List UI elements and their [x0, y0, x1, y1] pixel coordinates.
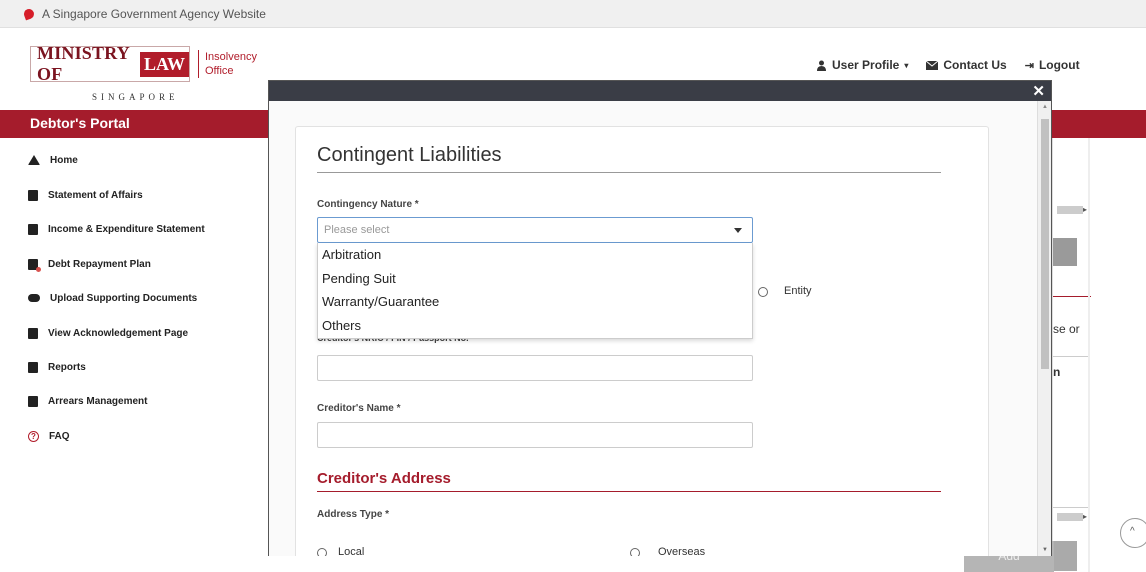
contact-us-link[interactable]: Contact Us [926, 58, 1007, 72]
clipboard-icon [28, 395, 38, 407]
portal-title: Debtor's Portal [30, 115, 130, 131]
sidebar-item-label: Upload Supporting Documents [50, 292, 198, 304]
sidebar-item-label: Arrears Management [48, 395, 148, 407]
logo-wordmark: MINISTRY OF LAW [30, 43, 190, 84]
top-nav: User Profile ▾ Contact Us ⇥ Logout [816, 58, 1080, 72]
ministry-logo[interactable]: MINISTRY OF LAW SINGAPORE Insolvency Off… [30, 43, 260, 108]
creditor-address-heading: Creditor's Address [317, 470, 451, 487]
modal-titlebar: ✕ [269, 81, 1051, 101]
sidebar-item-label: Reports [48, 361, 86, 373]
creditor-name-label: Creditor's Name * [317, 403, 401, 414]
cloud-upload-icon [28, 294, 40, 302]
scroll-to-top-button[interactable]: ^ [1120, 518, 1146, 548]
user-profile-label: User Profile [832, 58, 900, 72]
file-icon [28, 189, 38, 201]
option-warranty-guarantee[interactable]: Warranty/Guarantee [322, 291, 750, 313]
logo-law-text: LAW [139, 51, 189, 77]
logo-office-line1: Insolvency [205, 51, 257, 63]
user-icon [817, 60, 826, 71]
address-overseas-radio[interactable] [630, 548, 640, 556]
scroll-up-icon[interactable]: ▲ [1042, 104, 1048, 110]
calculator-icon [28, 223, 38, 235]
chevron-right-icon: ▸ [1083, 205, 1088, 214]
sidebar-item-home[interactable]: Home [28, 150, 78, 170]
background-text: se or [1053, 322, 1080, 336]
creditor-id-field[interactable] [317, 355, 753, 381]
sidebar-item-reports[interactable]: Reports [28, 357, 86, 377]
modal-body: Contingent Liabilities Contingency Natur… [269, 101, 1037, 556]
sidebar: Home Statement of Affairs Income & Expen… [0, 138, 270, 572]
sidebar-item-faq[interactable]: ? FAQ [28, 426, 70, 446]
sign-out-icon: ⇥ [1024, 59, 1034, 72]
option-arbitration[interactable]: Arbitration [322, 244, 750, 266]
sidebar-item-label: View Acknowledgement Page [48, 327, 189, 339]
scroll-down-icon[interactable]: ▼ [1042, 547, 1048, 553]
address-type-label: Address Type * [317, 509, 390, 520]
background-divider [1053, 296, 1091, 297]
gov-banner: A Singapore Government Agency Website [0, 0, 1146, 28]
sidebar-item-statement-of-affairs[interactable]: Statement of Affairs [28, 185, 143, 205]
logo-country-text: SINGAPORE [92, 92, 179, 102]
logo-ministry-text: MINISTRY OF [37, 43, 130, 84]
contingency-nature-dropdown: Arbitration Pending Suit Warranty/Guaran… [317, 243, 753, 339]
option-pending-suit[interactable]: Pending Suit [322, 268, 750, 290]
sidebar-item-label: Statement of Affairs [48, 189, 143, 201]
modal-scrollbar[interactable]: ▲ ▼ [1037, 101, 1051, 556]
page-gutter [1088, 138, 1090, 572]
entity-radio-label: Entity [784, 285, 812, 297]
contingency-placeholder: Please select [324, 224, 390, 236]
lion-head-icon [22, 7, 36, 20]
document-icon [28, 327, 38, 339]
background-scrollbar [1057, 206, 1083, 214]
address-local-label: Local [338, 546, 365, 556]
entity-radio[interactable] [758, 287, 768, 297]
gov-banner-text: A Singapore Government Agency Website [42, 6, 266, 21]
envelope-icon [926, 60, 939, 70]
sidebar-item-label: Debt Repayment Plan [48, 258, 151, 270]
home-icon [28, 155, 40, 165]
scrollbar-thumb[interactable] [1041, 119, 1049, 369]
sidebar-item-acknowledgement[interactable]: View Acknowledgement Page [28, 323, 188, 343]
sidebar-item-upload-documents[interactable]: Upload Supporting Documents [28, 288, 197, 308]
title-divider [317, 172, 941, 173]
sidebar-item-income-expenditure[interactable]: Income & Expenditure Statement [28, 219, 205, 239]
book-icon [28, 361, 38, 373]
sidebar-item-arrears[interactable]: Arrears Management [28, 391, 147, 411]
question-icon: ? [28, 430, 39, 442]
contingent-liabilities-modal: ✕ Contingent Liabilities Contingency Nat… [268, 80, 1052, 556]
form-title: Contingent Liabilities [317, 144, 502, 166]
address-overseas-label: Overseas [658, 546, 706, 556]
address-local-radio[interactable] [317, 548, 327, 556]
section-divider [317, 491, 941, 492]
sidebar-item-label: FAQ [49, 430, 70, 442]
plan-icon [28, 258, 41, 272]
background-box: n [1053, 356, 1089, 508]
creditor-name-field[interactable] [317, 422, 753, 448]
logout-label: Logout [1038, 58, 1080, 72]
background-heading: n [1053, 365, 1061, 379]
chevron-right-icon: ▸ [1083, 512, 1088, 521]
sidebar-item-label: Home [50, 154, 78, 166]
caret-down-icon [734, 228, 742, 233]
form-card: Contingent Liabilities Contingency Natur… [295, 126, 989, 556]
sidebar-item-debt-repayment-plan[interactable]: Debt Repayment Plan [28, 254, 151, 274]
logo-office-line2: Office [205, 65, 234, 77]
sidebar-item-label: Income & Expenditure Statement [48, 223, 205, 235]
background-scrollbar-2 [1057, 513, 1083, 521]
logo-office: Insolvency Office [198, 50, 257, 78]
option-others[interactable]: Others [322, 315, 750, 337]
contingency-nature-select[interactable]: Please select [317, 217, 753, 243]
add-button[interactable] [1053, 541, 1077, 571]
caret-down-icon: ▾ [904, 60, 909, 70]
logout-link[interactable]: ⇥ Logout [1025, 58, 1080, 72]
contingency-nature-label: Contingency Nature * [317, 199, 419, 210]
background-button[interactable] [1053, 238, 1077, 266]
background-panel: ▸ se or n ▸ [1052, 138, 1091, 572]
user-profile-menu[interactable]: User Profile ▾ [816, 58, 908, 72]
close-icon[interactable]: ✕ [1032, 82, 1045, 100]
chevron-up-icon: ^ [1130, 526, 1135, 537]
contact-us-label: Contact Us [943, 58, 1007, 72]
